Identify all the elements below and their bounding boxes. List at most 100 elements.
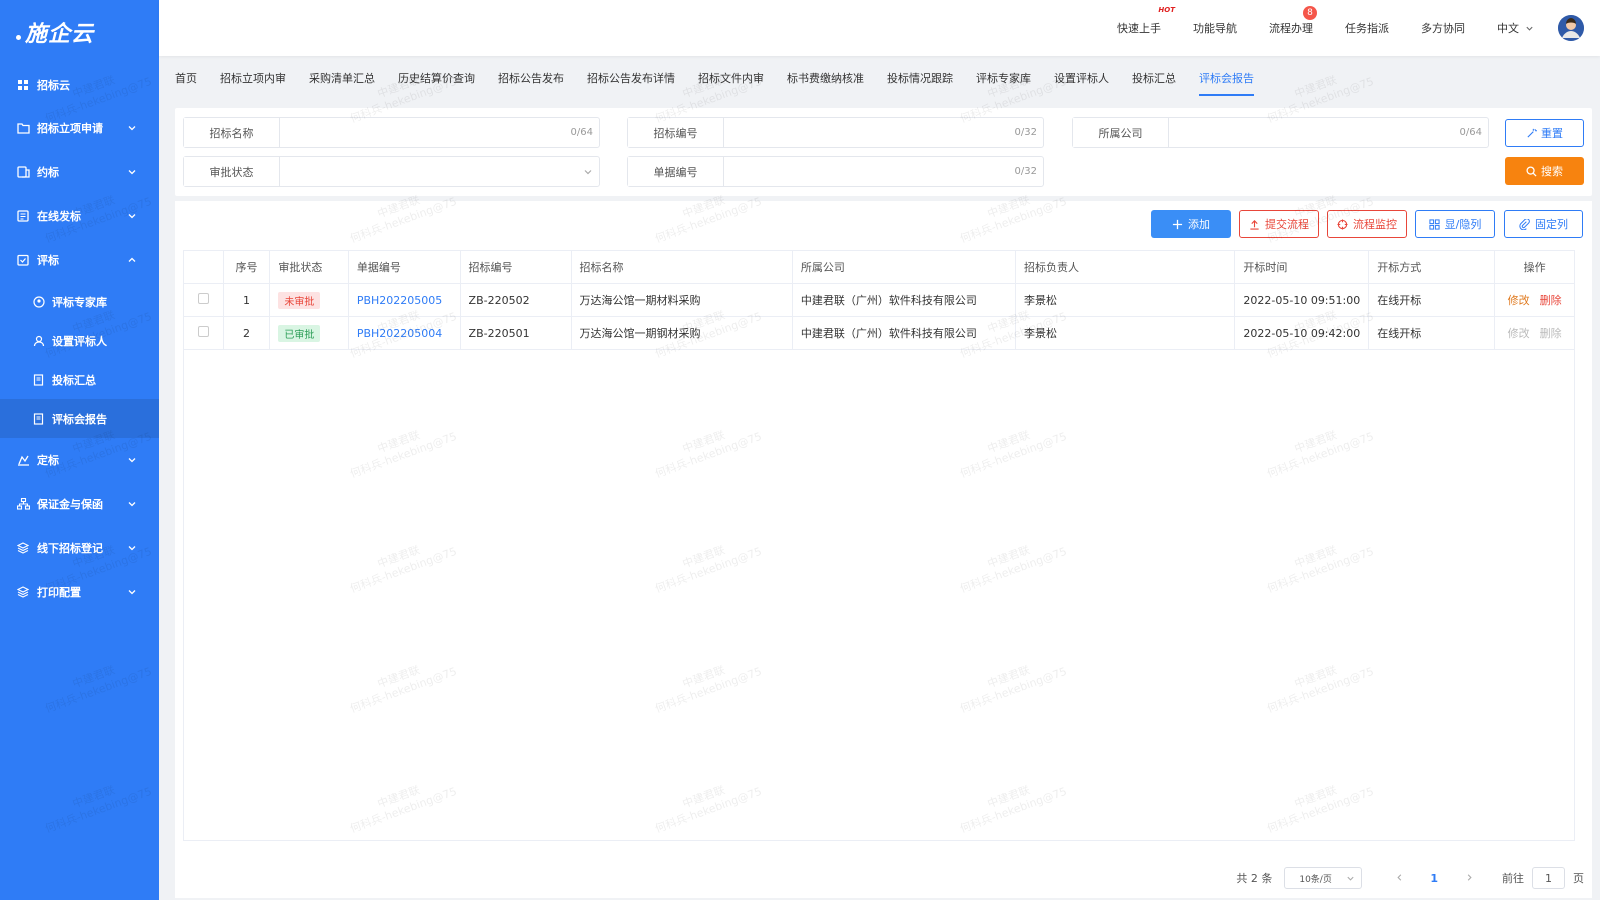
status-badge: 未审批 — [278, 291, 321, 309]
row-checkbox[interactable] — [197, 326, 209, 337]
table-row[interactable]: 1 未审批 PBH202205005 ZB-220502 万达海公馆一期材料采购… — [183, 283, 1575, 317]
sidebar-item-label: 线下招标登记 — [37, 542, 103, 555]
sidebar: 施企云 招标云 招标立项申请 约标 在线发标 评标 评标专家库 设置评标人 投标… — [0, 0, 159, 900]
process-link[interactable]: 流程办理 8 — [1269, 6, 1317, 36]
reset-button[interactable]: 重置 — [1505, 119, 1584, 147]
sidebar-subitem-evaluation-report[interactable]: 评标会报告 — [0, 399, 159, 438]
sidebar-item-project[interactable]: 招标立项申请 — [0, 106, 159, 150]
doc-no-label: 单据编号 — [628, 157, 724, 186]
goto-suffix: 页 — [1573, 872, 1584, 885]
tab-fee-approval[interactable]: 标书费缴纳核准 — [787, 56, 864, 100]
col-header: 招标负责人 — [1014, 250, 1236, 284]
bid-no-input[interactable]: 0/32 — [724, 118, 1043, 147]
cell-open-mode: 在线开标 — [1368, 316, 1496, 350]
page-size-label: 10条/页 — [1299, 874, 1332, 885]
bid-no-label: 招标编号 — [628, 118, 724, 147]
row-checkbox-cell[interactable] — [183, 316, 224, 350]
sidebar-item-label: 评标专家库 — [52, 295, 107, 309]
delete-link[interactable]: 删除 — [1540, 294, 1562, 307]
chevron-down-icon — [128, 458, 136, 463]
company-input[interactable]: 0/64 — [1169, 118, 1488, 147]
sidebar-item-label: 招标立项申请 — [37, 122, 103, 135]
tab-bid-summary[interactable]: 投标汇总 — [1132, 56, 1176, 100]
tab-notice-detail[interactable]: 招标公告发布详情 — [587, 56, 675, 100]
edit-link[interactable]: 修改 — [1508, 294, 1530, 307]
doc-no-link[interactable]: PBH202205005 — [357, 294, 442, 307]
tab-expert-pool[interactable]: 评标专家库 — [976, 56, 1031, 100]
search-panel: 招标名称 0/64 招标编号 0/32 所属公司 0/64 审批状态 单据编号 … — [175, 108, 1592, 196]
select-all-cell[interactable] — [183, 250, 224, 284]
process-monitor-button[interactable]: 流程监控 — [1327, 210, 1407, 238]
hot-badge: HOT — [1158, 6, 1175, 14]
char-count: 0/32 — [1014, 166, 1037, 177]
col-header: 审批状态 — [269, 250, 349, 284]
cell-open-time: 2022-05-10 09:42:00 — [1234, 316, 1370, 350]
sidebar-item-print-config[interactable]: 打印配置 — [0, 570, 159, 614]
bid-name-input[interactable]: 0/64 — [280, 118, 599, 147]
sidebar-item-deposit[interactable]: 保证金与保函 — [0, 482, 159, 526]
language-select[interactable]: 中文 — [1497, 20, 1534, 36]
tab-set-evaluator[interactable]: 设置评标人 — [1054, 56, 1109, 100]
sidebar-item-award[interactable]: 定标 — [0, 438, 159, 482]
avatar[interactable] — [1558, 15, 1584, 41]
data-table: 序号 审批状态 单据编号 招标编号 招标名称 所属公司 招标负责人 开标时间 开… — [183, 250, 1575, 350]
logo[interactable]: 施企云 — [0, 0, 159, 64]
search-button[interactable]: 搜索 — [1505, 157, 1584, 185]
doc-no-link[interactable]: PBH202205004 — [357, 327, 442, 340]
quick-start-label: 快速上手 — [1117, 22, 1161, 35]
feature-nav-link[interactable]: 功能导航 — [1193, 20, 1237, 36]
add-button[interactable]: 添加 — [1151, 210, 1231, 238]
sidebar-item-invite[interactable]: 约标 — [0, 150, 159, 194]
sidebar-subitem-bid-summary[interactable]: 投标汇总 — [0, 360, 159, 399]
chevron-down-icon — [1347, 876, 1354, 881]
row-checkbox-cell[interactable] — [183, 283, 224, 317]
sidebar-item-bidcloud[interactable]: 招标云 — [0, 64, 159, 106]
page-number[interactable]: 1 — [1430, 872, 1438, 885]
doc-no-field[interactable]: 单据编号 0/32 — [627, 156, 1044, 187]
status-field[interactable]: 审批状态 — [183, 156, 600, 187]
sidebar-subitem-expert-pool[interactable]: 评标专家库 — [0, 282, 159, 321]
col-header: 招标编号 — [459, 250, 572, 284]
sidebar-subitem-set-evaluator[interactable]: 设置评标人 — [0, 321, 159, 360]
page-size-select[interactable]: 10条/页 — [1284, 867, 1363, 889]
sidebar-item-evaluation[interactable]: 评标 — [0, 238, 159, 282]
col-header: 招标名称 — [570, 250, 793, 284]
main-card: 添加 提交流程 流程监控 显/隐列 固定列 序号 审批状态 单据编号 招标编号 … — [175, 201, 1592, 898]
doc-no-input[interactable]: 0/32 — [724, 157, 1043, 186]
bid-no-field[interactable]: 招标编号 0/32 — [627, 117, 1044, 148]
cell-open-mode: 在线开标 — [1368, 283, 1496, 317]
col-header: 开标方式 — [1368, 250, 1496, 284]
bid-name-field[interactable]: 招标名称 0/64 — [183, 117, 600, 148]
table-row[interactable]: 2 已审批 PBH202205004 ZB-220501 万达海公馆一期钢材采购… — [183, 316, 1575, 350]
tab-project-review[interactable]: 招标立项内审 — [220, 56, 286, 100]
report-icon — [32, 412, 46, 426]
tab-doc-review[interactable]: 招标文件内审 — [698, 56, 764, 100]
tab-evaluation-report[interactable]: 评标会报告 — [1199, 56, 1254, 100]
cell-doc-no: PBH202205005 — [347, 283, 461, 317]
chevron-down-icon — [128, 546, 136, 551]
tab-bid-tracking[interactable]: 投标情况跟踪 — [887, 56, 953, 100]
quick-start-link[interactable]: 快速上手 HOT — [1117, 6, 1175, 36]
sidebar-item-label: 投标汇总 — [52, 373, 96, 387]
tab-home[interactable]: 首页 — [175, 56, 197, 100]
user-icon — [32, 334, 46, 348]
sidebar-item-offline-register[interactable]: 线下招标登记 — [0, 526, 159, 570]
tab-purchase-list[interactable]: 采购清单汇总 — [309, 56, 375, 100]
status-select[interactable] — [280, 157, 599, 186]
submit-process-button[interactable]: 提交流程 — [1239, 210, 1319, 238]
tab-price-history[interactable]: 历史结算价查询 — [398, 56, 475, 100]
fixed-columns-button[interactable]: 固定列 — [1504, 210, 1583, 238]
cell-actions: 修改 删除 — [1494, 316, 1575, 350]
tab-notice-publish[interactable]: 招标公告发布 — [498, 56, 564, 100]
company-field[interactable]: 所属公司 0/64 — [1072, 117, 1489, 148]
prev-page-button[interactable] — [1390, 872, 1408, 885]
collaboration-link[interactable]: 多方协同 — [1421, 20, 1465, 36]
toggle-columns-button[interactable]: 显/隐列 — [1415, 210, 1495, 238]
goto-page-input[interactable]: 1 — [1532, 867, 1565, 889]
next-page-button[interactable] — [1460, 872, 1478, 885]
sidebar-item-online-bid[interactable]: 在线发标 — [0, 194, 159, 238]
chevron-down-icon — [128, 214, 136, 219]
char-count: 0/64 — [570, 127, 593, 138]
task-assign-link[interactable]: 任务指派 — [1345, 20, 1389, 36]
row-checkbox[interactable] — [197, 293, 209, 304]
